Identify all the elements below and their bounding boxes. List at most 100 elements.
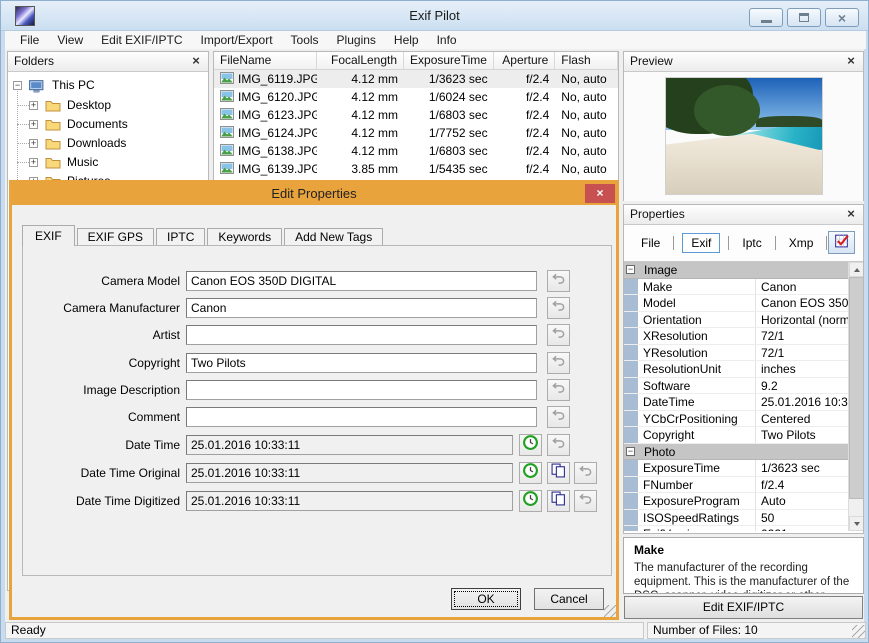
scroll-down-button[interactable] [849,516,863,531]
folders-close-icon[interactable]: × [189,52,203,71]
field-input-date-time-digitized[interactable]: 25.01.2016 10:33:11 [186,491,513,511]
column-header-exposuretime[interactable]: ExposureTime [404,52,494,69]
column-header-flash[interactable]: Flash [555,52,618,69]
undo-button[interactable] [547,379,570,401]
dialog-tab-exif[interactable]: EXIF [22,225,75,246]
dialog-tab-keywords[interactable]: Keywords [207,228,283,246]
menu-tools[interactable]: Tools [282,31,328,49]
edit-exif-iptc-button[interactable]: Edit EXIF/IPTC [624,596,863,619]
property-row-make[interactable]: Make Canon [624,278,848,295]
property-row-orientation[interactable]: Orientation Horizontal (normal) [624,311,848,328]
properties-tab-iptc[interactable]: Iptc [737,234,766,252]
column-header-focallength[interactable]: FocalLength [317,52,405,69]
edit-properties-icon-button[interactable] [828,231,855,254]
maximize-button[interactable] [787,8,821,27]
undo-button[interactable] [547,406,570,428]
file-row-img-6120-jpg[interactable]: IMG_6120.JPG 4.12 mm 1/6024 sec f/2.4 No, au… [214,88,618,106]
dialog-tab-exif-gps[interactable]: EXIF GPS [76,228,155,246]
dialog-close-button[interactable]: × [585,184,615,203]
properties-tab-file[interactable]: File [636,234,665,252]
property-row-software[interactable]: Software 9.2 [624,377,848,394]
dialog-tab-iptc[interactable]: IPTC [156,228,206,246]
property-row-model[interactable]: Model Canon EOS 350... [624,295,848,312]
field-input-comment[interactable] [186,407,537,427]
field-input-artist[interactable] [186,325,537,345]
undo-button[interactable] [547,324,570,346]
menu-import-export[interactable]: Import/Export [192,31,282,49]
menu-edit-exif-iptc[interactable]: Edit EXIF/IPTC [92,31,191,49]
preview-close-icon[interactable]: × [844,52,858,71]
menu-view[interactable]: View [48,31,92,49]
scroll-up-button[interactable] [849,262,863,277]
tree-item-music[interactable]: + Music [8,153,208,172]
property-row-exposureprogram[interactable]: ExposureProgram Auto [624,493,848,510]
file-row-img-6124-jpg[interactable]: IMG_6124.JPG 4.12 mm 1/7752 sec f/2.4 No, au… [214,124,618,142]
properties-tab-xmp[interactable]: Xmp [784,234,819,252]
field-input-image-description[interactable] [186,380,537,400]
undo-button[interactable] [574,490,597,512]
undo-button[interactable] [547,434,570,456]
preview-thumbnail[interactable] [665,77,823,195]
properties-close-icon[interactable]: × [844,205,858,224]
tree-item-desktop[interactable]: + Desktop [8,96,208,115]
property-grid-scrollbar[interactable] [848,262,863,531]
menu-info[interactable]: Info [428,31,466,49]
properties-tab-exif[interactable]: Exif [682,233,721,253]
file-row-img-6123-jpg[interactable]: IMG_6123.JPG 4.12 mm 1/6803 sec f/2.4 No, au… [214,106,618,124]
expand-icon[interactable]: + [29,120,38,129]
clock-button[interactable] [519,490,542,512]
dialog-tab-add-new-tags[interactable]: Add New Tags [284,228,384,246]
dialog-resize-grip[interactable] [604,605,616,617]
dialog-title-bar[interactable]: Edit Properties × [12,183,616,205]
property-row-fnumber[interactable]: FNumber f/2.4 [624,476,848,493]
menu-file[interactable]: File [11,31,48,49]
property-group-image[interactable]: − Image [624,262,848,279]
ok-button[interactable]: OK [451,588,521,610]
field-input-camera-model[interactable]: Canon EOS 350D DIGITAL [186,271,537,291]
property-row-isospeedratings[interactable]: ISOSpeedRatings 50 [624,509,848,526]
field-input-date-time-original[interactable]: 25.01.2016 10:33:11 [186,463,513,483]
file-row-img-6139-jpg[interactable]: IMG_6139.JPG 3.85 mm 1/5435 sec f/2.4 No, au… [214,160,618,178]
tree-item-this-pc[interactable]: − This PC [8,76,208,95]
scrollbar-thumb[interactable] [849,277,863,499]
clock-button[interactable] [519,434,542,456]
field-input-date-time[interactable]: 25.01.2016 10:33:11 [186,435,513,455]
property-row-ycbcrpositioning[interactable]: YCbCrPositioning Centered [624,410,848,427]
field-input-copyright[interactable]: Two Pilots [186,353,537,373]
close-button[interactable]: × [825,8,859,27]
property-row-yresolution[interactable]: YResolution 72/1 [624,344,848,361]
field-input-camera-manufacturer[interactable]: Canon [186,298,537,318]
property-row-resolutionunit[interactable]: ResolutionUnit inches [624,361,848,378]
menu-help[interactable]: Help [385,31,428,49]
property-row-copyright[interactable]: Copyright Two Pilots [624,427,848,444]
property-row-xresolution[interactable]: XResolution 72/1 [624,328,848,345]
undo-button[interactable] [547,270,570,292]
expand-icon[interactable]: + [29,101,38,110]
file-row-img-6119-jpg[interactable]: IMG_6119.JPG 4.12 mm 1/3623 sec f/2.4 No, au… [214,70,618,88]
property-group-photo[interactable]: − Photo [624,443,848,460]
expand-icon[interactable]: + [29,139,38,148]
collapse-icon[interactable]: − [626,446,635,456]
property-row-exifversion[interactable]: ExifVersion0221 [624,526,848,531]
column-header-aperture[interactable]: Aperture [494,52,556,69]
undo-button[interactable] [547,352,570,374]
minimize-button[interactable] [749,8,783,27]
clock-button[interactable] [519,462,542,484]
file-cell: 4.12 mm [317,72,404,86]
property-row-datetime[interactable]: DateTime 25.01.2016 10:3... [624,394,848,411]
column-header-filename[interactable]: FileName [214,52,318,69]
expand-icon[interactable]: + [29,158,38,167]
undo-button[interactable] [547,297,570,319]
copy-button[interactable] [547,490,570,512]
tree-item-documents[interactable]: + Documents [8,115,208,134]
collapse-icon[interactable]: − [13,81,22,90]
cancel-button[interactable]: Cancel [534,588,604,610]
resize-grip[interactable] [852,625,865,638]
file-row-img-6138-jpg[interactable]: IMG_6138.JPG 4.12 mm 1/6803 sec f/2.4 No, au… [214,142,618,160]
property-row-exposuretime[interactable]: ExposureTime 1/3623 sec [624,460,848,477]
copy-button[interactable] [547,462,570,484]
tree-item-downloads[interactable]: + Downloads [8,134,208,153]
collapse-icon[interactable]: − [626,265,635,274]
undo-button[interactable] [574,462,597,484]
menu-plugins[interactable]: Plugins [328,31,385,49]
